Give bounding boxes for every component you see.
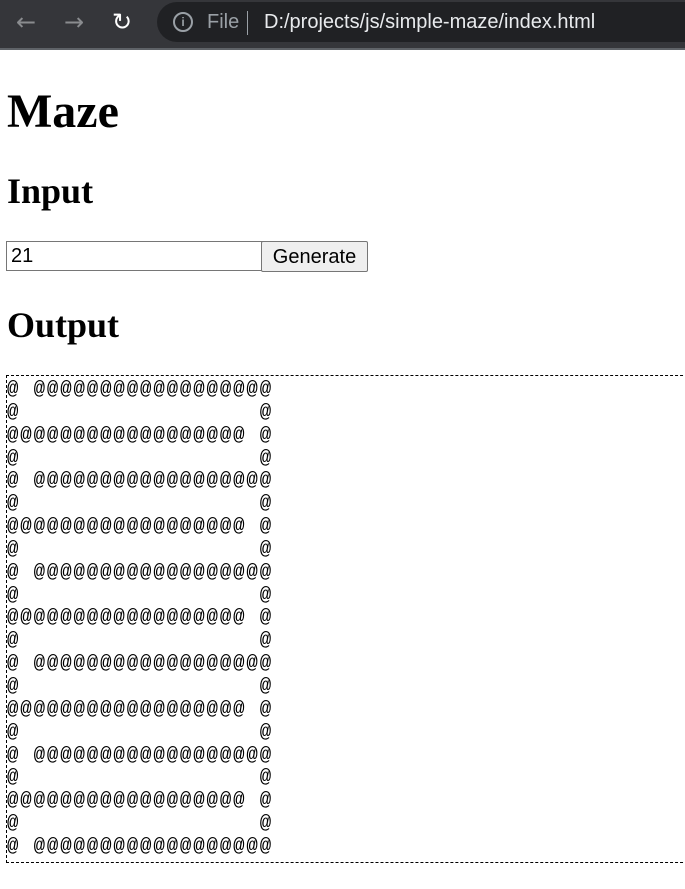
separator <box>247 11 248 35</box>
page-title: Maze <box>7 85 119 138</box>
size-input[interactable]: 21 <box>6 241 267 271</box>
address-bar[interactable]: i File D:/projects/js/simple-maze/index.… <box>157 2 685 42</box>
output-heading: Output <box>7 305 120 345</box>
info-icon[interactable]: i <box>173 12 193 32</box>
reload-icon[interactable]: ↻ <box>106 6 138 38</box>
browser-toolbar: ← → ↻ i File D:/projects/js/simple-maze/… <box>0 0 685 50</box>
scheme-label: File <box>207 11 240 33</box>
forward-arrow-icon[interactable]: → <box>58 6 90 38</box>
url-text[interactable]: D:/projects/js/simple-maze/index.html <box>264 11 595 34</box>
back-arrow-icon[interactable]: ← <box>10 6 42 38</box>
generate-button[interactable]: Generate <box>261 241 368 272</box>
input-heading: Input <box>7 171 94 211</box>
maze-output: @ @@@@@@@@@@@@@@@@@@ @ @ @@@@@@@@@@@@@@@… <box>6 375 685 863</box>
